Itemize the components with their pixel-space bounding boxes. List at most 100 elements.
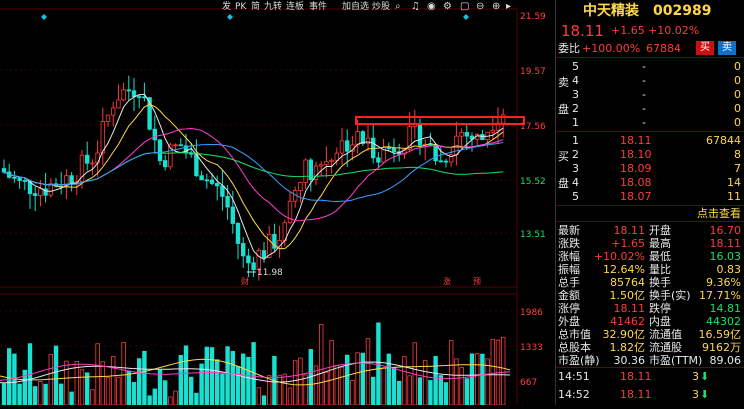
toolbar-bell-icon[interactable]: ♫ [411,1,420,13]
volume-bar [282,373,287,406]
bid-row[interactable]: 1 18.11 67844 [556,134,744,147]
price-line: 18.11 +1.65 +10.02% [556,22,744,40]
ask-row[interactable]: 3 - 0 [556,88,744,101]
volume-bar [53,345,59,406]
bid-price: 18.07 [620,190,652,203]
ma-line [3,127,504,222]
toolbar-lianban-button[interactable]: 连板 [286,1,304,13]
volume-bar [17,383,22,406]
price-tick-label: 21.59 [520,12,546,22]
volume-bar [183,345,189,406]
quote-value: 18.11 [709,237,742,250]
divider [556,205,744,206]
ask-row[interactable]: 2 - 0 [556,102,744,115]
arrow-down-icon: ⬇ [700,388,710,401]
candle-body [116,99,121,109]
volume-bar [105,376,111,406]
ask-price: - [642,60,646,73]
arrow-down-icon: ⬇ [700,370,710,383]
ask-row[interactable]: 4 - 0 [556,74,744,87]
toolbar-square-icon[interactable]: ▢ [460,1,469,13]
bid-volume: 14 [727,176,741,189]
candle-body [329,159,334,163]
buy-button[interactable]: 买 [696,41,714,55]
divider [556,131,744,132]
candle-body [428,143,433,146]
toolbar-events-button[interactable]: 事件 [309,1,327,13]
volume-bar [298,357,303,406]
bid-row[interactable]: 2 18.10 8 [556,148,744,161]
candle-body [209,179,215,184]
quote-label: 总市值 [558,328,591,341]
ask-price: - [642,88,646,101]
toolbar-plus-icon[interactable]: ⊕ [492,1,500,13]
volume-bar [443,382,449,406]
candle-body [17,177,22,181]
volume-tick-label: 667 [520,378,537,388]
toolbar-arrow-icon[interactable]: ▸ [506,1,511,13]
quote-label: 换手 [649,276,671,289]
quote-value: 41462 [610,315,645,328]
volume-bar [454,358,459,406]
bid-row[interactable]: 5 18.07 11 [556,190,744,203]
quote-label: 振幅 [558,263,580,276]
quote-row: 外盘 41462 内盘 44302 [556,315,744,328]
toolbar-pk-button[interactable]: PK [235,1,246,13]
ask-volume: 0 [734,60,741,73]
weibi-label: 委比 [558,42,580,55]
sell-button[interactable]: 卖 [718,41,736,55]
event-marker-forecast[interactable]: 预 [473,276,481,286]
candle-body [360,131,365,144]
volume-bar [324,371,329,406]
candle-body [318,164,324,167]
quote-value: 9.36% [706,276,741,289]
candle-body [324,161,329,166]
event-marker-finance[interactable]: 财 [241,276,249,286]
bid-row[interactable]: 4 18.08 14 [556,176,744,189]
ask-volume: 0 [734,74,741,87]
candle-body [376,157,381,163]
ask-row[interactable]: 5 - 0 [556,60,744,73]
toolbar-magnifier-icon[interactable]: ⌕ [395,1,401,13]
toolbar-eye-icon[interactable]: ◉ [427,1,436,13]
volume-bar [43,383,48,406]
toolbar-fa-button[interactable]: 发 [222,1,231,13]
diamond-marker-icon [463,14,469,20]
quote-label: 最高 [649,237,671,250]
toolbar-jiuzhuan-button[interactable]: 九转 [264,1,282,13]
candle-body [152,128,157,141]
price-tick-label: 15.52 [520,177,546,187]
quote-value: 1.82亿 [609,341,646,354]
volume-bar [90,389,95,406]
toolbar-minus-icon[interactable]: ⊖ [476,1,484,13]
volume-bar [480,353,485,406]
candle-body [1,168,7,173]
volume-bar [59,383,64,406]
toolbar-add-watchlist-button[interactable]: 加自选 [342,1,369,13]
click-more-link[interactable]: 点击查看 [697,207,741,220]
toolbar-chaogu-button[interactable]: 炒股 [372,1,390,13]
ask-level: 2 [572,102,579,115]
ask-volume: 0 [734,88,741,101]
toolbar-simple-button[interactable]: 简 [251,1,260,13]
quote-row: 总市值 32.90亿 流通值 16.59亿 [556,328,744,341]
quote-label: 金额 [558,289,580,302]
bid-price: 18.10 [620,148,652,161]
kline-chart[interactable]: 21.59 19.57 17.56 15.52 13.51 1986 1333 … [0,0,555,406]
candle-body [251,262,256,270]
quote-value: 16.59亿 [698,328,742,341]
quote-row: 市盈(静) 30.36 市盈(TTM) 89.06 [556,354,744,367]
ask-row[interactable]: 1 - 0 [556,116,744,129]
volume-bar [266,375,272,406]
volume-bar [365,338,371,406]
candle-body [246,255,251,264]
toolbar-gear-icon[interactable]: ⚙ [443,1,452,13]
candle-body [157,139,163,161]
quote-label: 量比 [649,263,671,276]
event-marker-limit-up[interactable]: 涨 [443,276,451,286]
quote-row: 振幅 12.64% 量比 0.83 [556,263,744,276]
volume-bar [313,365,319,406]
bid-row[interactable]: 3 18.09 7 [556,162,744,175]
volume-bar [469,353,475,406]
kline-chart-area[interactable]: 21.59 19.57 17.56 15.52 13.51 1986 1333 … [0,0,555,406]
